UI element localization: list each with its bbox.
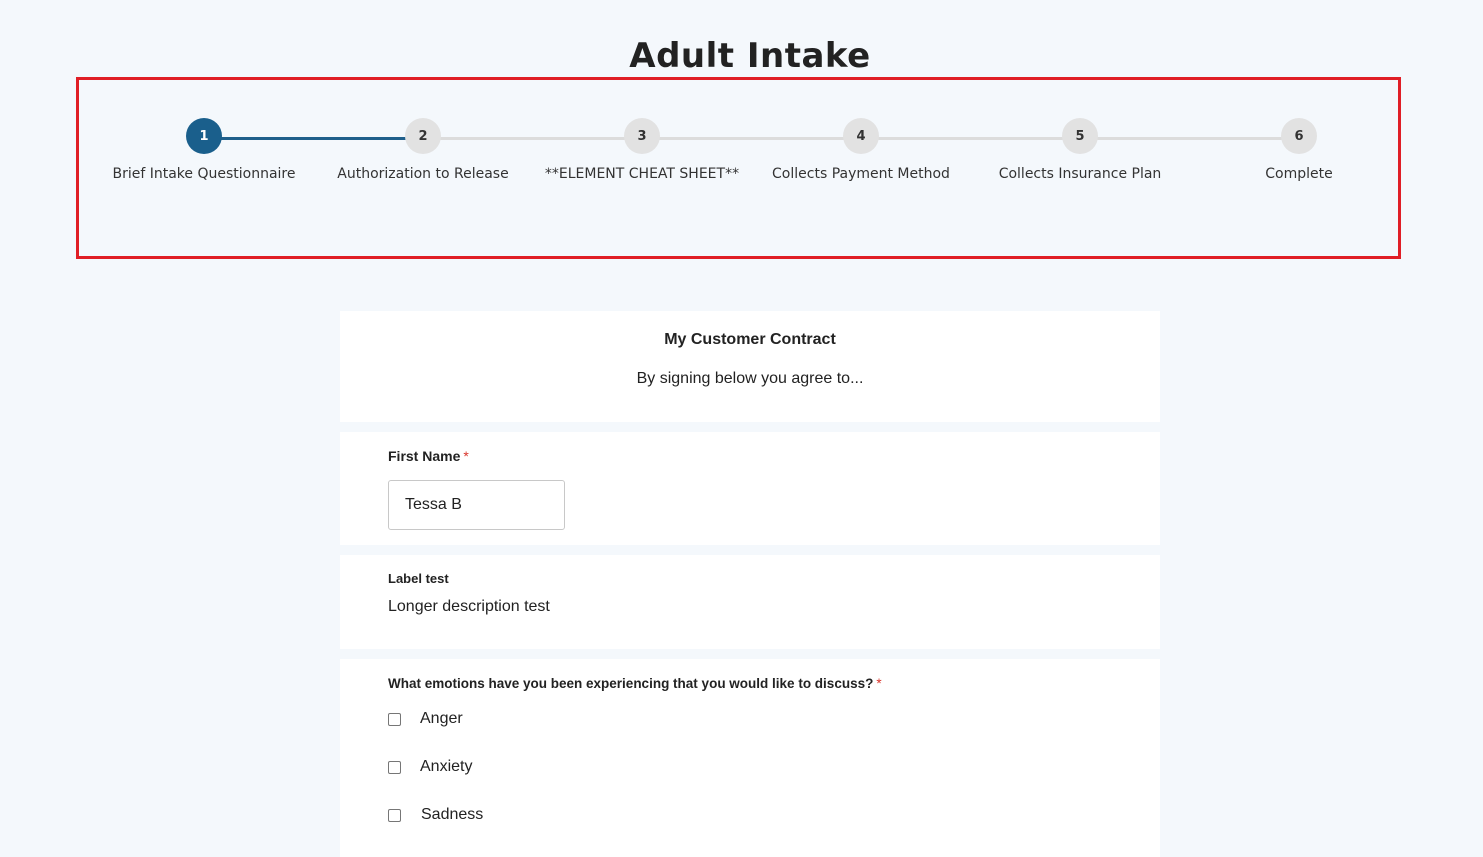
step-number-circle: 1: [186, 118, 222, 154]
required-asterisk: *: [876, 676, 882, 691]
step-authorization-to-release[interactable]: 2 Authorization to Release: [313, 118, 533, 182]
step-label: **ELEMENT CHEAT SHEET**: [544, 166, 740, 182]
label-test-card: Label test Longer description test: [340, 555, 1160, 649]
sadness-checkbox[interactable]: [388, 808, 401, 822]
page-title: Adult Intake: [629, 36, 871, 76]
step-number-circle: 6: [1281, 118, 1317, 154]
step-complete[interactable]: 6 Complete: [1189, 118, 1409, 182]
step-label: Collects Insurance Plan: [998, 166, 1162, 182]
option-label: Anxiety: [420, 758, 473, 775]
anger-checkbox[interactable]: [388, 712, 401, 726]
progress-stepper: 1 Brief Intake Questionnaire 2 Authoriza…: [76, 77, 1401, 259]
step-label: Brief Intake Questionnaire: [112, 166, 296, 182]
label-test-description: Longer description test: [388, 598, 550, 615]
option-label: Sadness: [421, 806, 484, 823]
emotions-card: What emotions have you been experiencing…: [340, 659, 1160, 857]
option-label: Anger: [420, 710, 463, 727]
first-name-label-text: First Name: [388, 448, 461, 464]
required-asterisk: *: [463, 448, 469, 464]
label-test-heading: Label test: [388, 571, 449, 586]
anxiety-checkbox[interactable]: [388, 760, 401, 774]
option-anxiety[interactable]: Anxiety: [388, 758, 472, 776]
step-number-circle: 4: [843, 118, 879, 154]
step-number-circle: 2: [405, 118, 441, 154]
contract-title: My Customer Contract: [664, 331, 836, 348]
emotions-question-text: What emotions have you been experiencing…: [388, 676, 874, 691]
step-element-cheat-sheet[interactable]: 3 **ELEMENT CHEAT SHEET**: [532, 118, 752, 182]
step-label: Collects Payment Method: [772, 166, 950, 182]
step-label: Complete: [1265, 166, 1333, 182]
contract-text: By signing below you agree to...: [636, 370, 864, 387]
first-name-card: First Name *: [340, 432, 1160, 545]
contract-card: My Customer Contract By signing below yo…: [340, 311, 1160, 422]
option-anger[interactable]: Anger: [388, 710, 463, 728]
step-brief-intake-questionnaire[interactable]: 1 Brief Intake Questionnaire: [94, 118, 314, 182]
first-name-label: First Name *: [388, 448, 469, 464]
step-collects-payment-method[interactable]: 4 Collects Payment Method: [751, 118, 971, 182]
step-label: Authorization to Release: [337, 166, 509, 182]
first-name-field[interactable]: [388, 480, 565, 530]
page: Adult Intake 1 Brief Intake Questionnair…: [0, 0, 1483, 857]
emotions-question: What emotions have you been experiencing…: [388, 676, 882, 691]
step-number-circle: 5: [1062, 118, 1098, 154]
step-number-circle: 3: [624, 118, 660, 154]
step-collects-insurance-plan[interactable]: 5 Collects Insurance Plan: [970, 118, 1190, 182]
option-sadness[interactable]: Sadness: [388, 806, 483, 824]
